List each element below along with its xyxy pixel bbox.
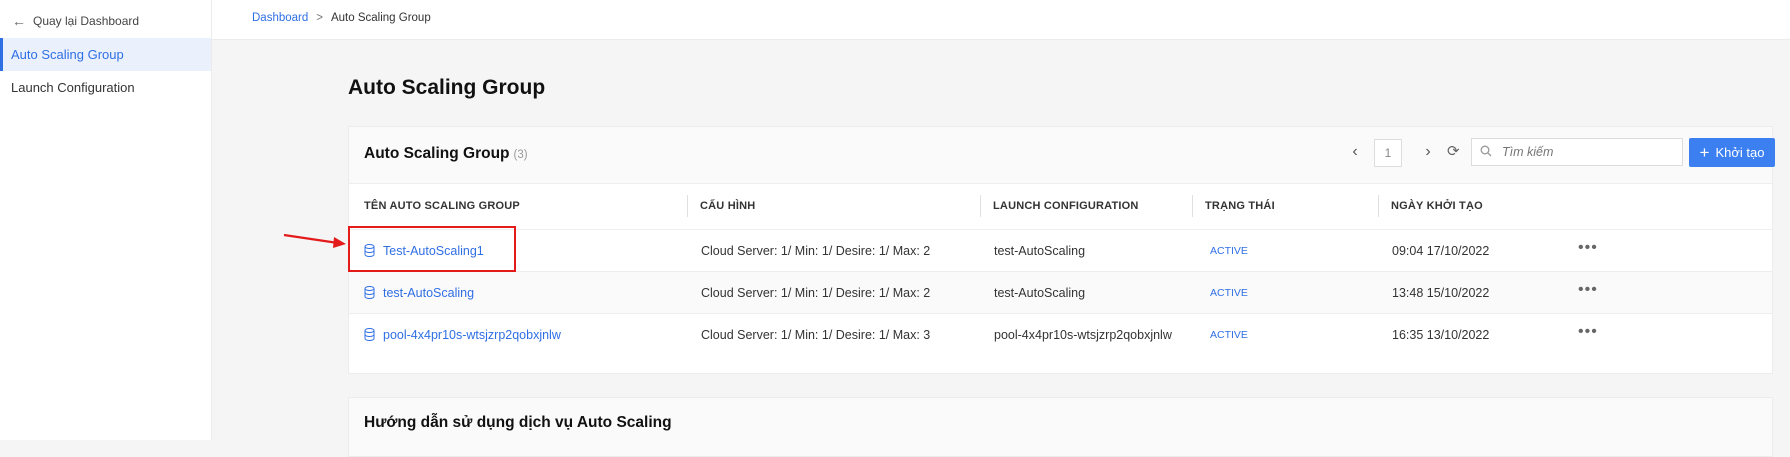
sidebar: ← Quay lại Dashboard Auto Scaling Group … [0,0,212,440]
sidebar-item-auto-scaling-group[interactable]: Auto Scaling Group [0,38,211,71]
created-date-cell: 16:35 13/10/2022 [1392,328,1490,342]
back-to-dashboard-link[interactable]: ← Quay lại Dashboard [12,12,139,30]
more-actions-icon[interactable]: ••• [1578,314,1598,354]
config-cell: Cloud Server: 1/ Min: 1/ Desire: 1/ Max:… [701,244,931,258]
group-name-link[interactable]: test-AutoScaling [364,272,474,314]
group-name-link[interactable]: pool-4x4pr10s-wtsjzrp2qobxjnlw [364,314,561,356]
card-header: Auto Scaling Group(3) ‹ 1 › ⟳ + Khởi tạo [349,127,1775,184]
create-button-label: Khởi tạo [1715,145,1765,160]
breadcrumb-separator: > [316,12,323,24]
breadcrumb-dashboard-link[interactable]: Dashboard [252,12,308,24]
search-icon [1472,145,1500,160]
launch-config-cell: test-AutoScaling [994,244,1086,258]
guide-title: Hướng dẫn sử dụng dịch vụ Auto Scaling [364,414,672,431]
column-divider [980,195,981,217]
annotation-highlight-box [348,226,516,272]
top-bar: Dashboard > Auto Scaling Group [212,0,1790,40]
column-divider [687,195,688,217]
page-number-input[interactable]: 1 [1374,139,1402,167]
sidebar-item-launch-configuration[interactable]: Launch Configuration [0,71,211,104]
arrow-left-icon: ← [12,13,26,29]
config-cell: Cloud Server: 1/ Min: 1/ Desire: 1/ Max:… [701,328,931,342]
card-title-text: Auto Scaling Group [364,145,510,162]
config-cell: Cloud Server: 1/ Min: 1/ Desire: 1/ Max:… [701,286,931,300]
auto-scaling-group-card: Auto Scaling Group(3) ‹ 1 › ⟳ + Khởi tạo… [348,126,1775,374]
chevron-right-icon[interactable]: › [1420,143,1436,161]
plus-icon: + [1699,142,1710,162]
item-count: (3) [513,149,528,161]
table-row[interactable]: test-AutoScaling Cloud Server: 1/ Min: 1… [349,271,1772,313]
status-badge: ACTIVE [1210,329,1248,341]
created-date-cell: 13:48 15/10/2022 [1392,286,1490,300]
status-badge: ACTIVE [1210,245,1248,257]
database-icon [364,285,375,299]
group-name: pool-4x4pr10s-wtsjzrp2qobxjnlw [383,328,561,342]
database-icon [364,327,375,341]
create-button[interactable]: + Khởi tạo [1689,138,1775,167]
created-date-cell: 09:04 17/10/2022 [1392,244,1490,258]
more-actions-icon[interactable]: ••• [1578,230,1598,270]
search-input[interactable] [1500,144,1674,160]
launch-config-cell: pool-4x4pr10s-wtsjzrp2qobxjnlw [994,328,1172,342]
breadcrumb: Dashboard > Auto Scaling Group [252,12,431,24]
card-title: Auto Scaling Group (3) [364,145,528,163]
column-header-status: TRẠNG THÁI [1205,200,1275,212]
launch-config-cell: test-AutoScaling [994,286,1086,300]
chevron-left-icon[interactable]: ‹ [1347,143,1363,161]
status-badge: ACTIVE [1210,287,1248,299]
annotation-arrow-icon [283,233,346,248]
back-label: Quay lại Dashboard [33,14,140,28]
table-row[interactable]: Test-AutoScaling1 Cloud Server: 1/ Min: … [349,229,1772,271]
column-divider [1378,195,1379,217]
guide-card: Hướng dẫn sử dụng dịch vụ Auto Scaling [348,397,1773,457]
column-header-launch-configuration: LAUNCH CONFIGURATION [993,200,1139,212]
column-header-name: TÊN AUTO SCALING GROUP [364,200,520,212]
more-actions-icon[interactable]: ••• [1578,272,1598,312]
search-box [1471,138,1683,166]
column-header-config: CẤU HÌNH [700,200,756,212]
refresh-icon[interactable]: ⟳ [1447,142,1460,160]
page-title: Auto Scaling Group [348,76,546,99]
group-name: test-AutoScaling [383,286,475,300]
column-divider [1192,195,1193,217]
table-row[interactable]: pool-4x4pr10s-wtsjzrp2qobxjnlw Cloud Ser… [349,313,1772,355]
breadcrumb-current: Auto Scaling Group [330,12,431,24]
column-header-created-date: NGÀY KHỞI TẠO [1391,200,1483,212]
